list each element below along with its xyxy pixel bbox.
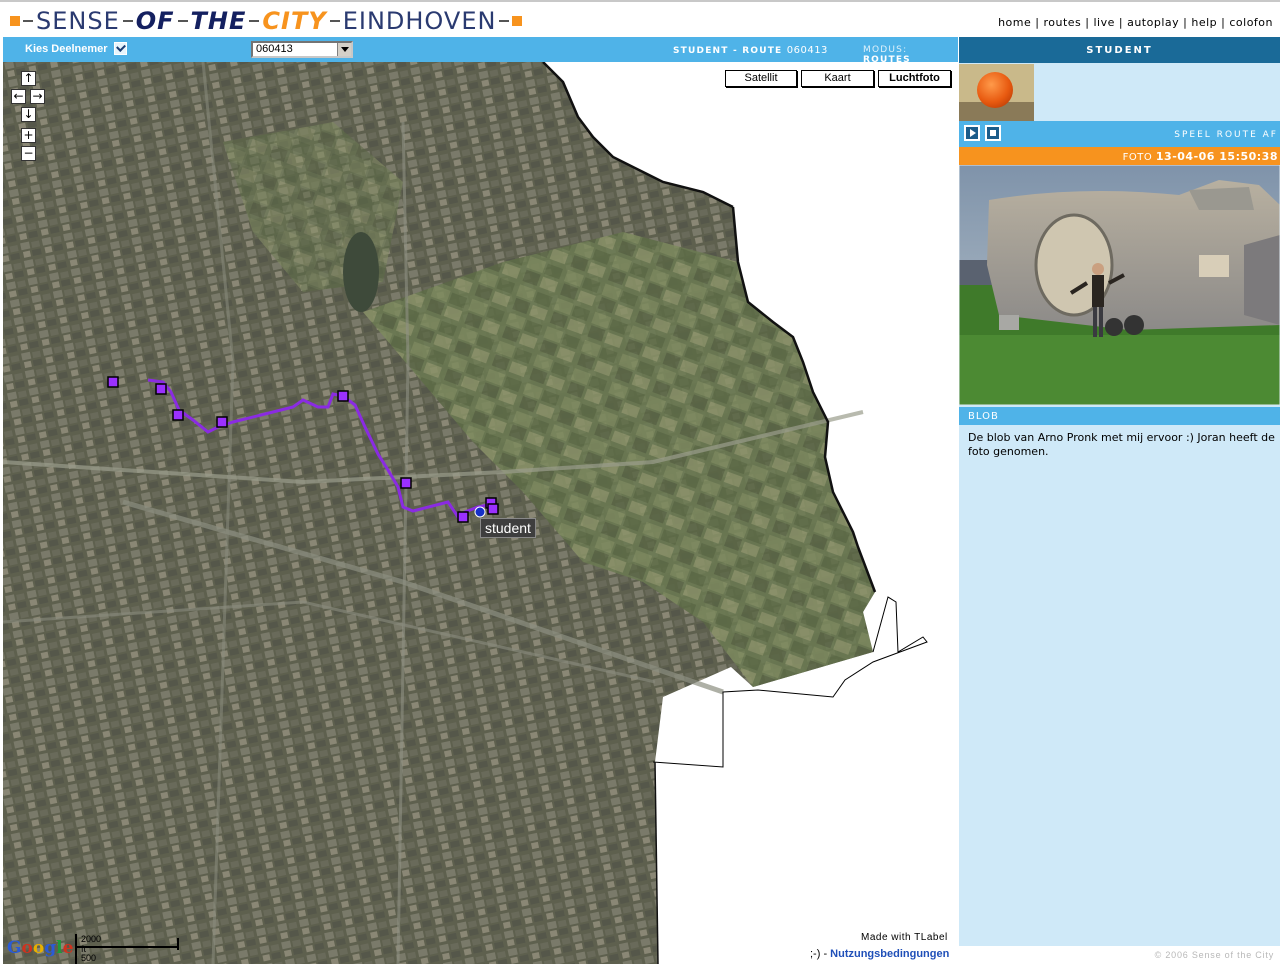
google-letter: G: [7, 938, 22, 958]
pan-left-icon[interactable]: ←: [11, 89, 26, 104]
scale-meters: 500 m: [81, 953, 97, 964]
nav-separator: |: [1035, 16, 1040, 29]
map-view[interactable]: Satellit Kaart Luchtfoto ↑ ← → ↓ + − stu…: [3, 62, 958, 964]
route-title: STUDENT - ROUTE 060413: [673, 45, 828, 56]
marker-label: student: [480, 518, 536, 538]
aerial-button[interactable]: Luchtfoto: [878, 70, 951, 87]
participant-title: STUDENT: [959, 37, 1280, 63]
waypoint-marker[interactable]: [400, 477, 412, 489]
logo-dash: [329, 20, 340, 22]
logo-sense: SENSE: [36, 7, 120, 35]
mode-label: MODUS:: [863, 45, 908, 55]
nav-separator: |: [1085, 16, 1090, 29]
participant-chooser[interactable]: Kies Deelnemer: [25, 42, 127, 55]
waypoint-marker[interactable]: [107, 376, 119, 388]
waypoint-marker[interactable]: [155, 383, 167, 395]
nav-routes[interactable]: routes: [1043, 16, 1081, 29]
aerial-map-image[interactable]: [3, 62, 958, 964]
map-toolbar: Kies Deelnemer 060413 STUDENT - ROUTE 06…: [3, 37, 958, 65]
logo-dash: [177, 20, 188, 22]
logo-dash: [499, 20, 510, 22]
google-letter: e: [62, 938, 74, 958]
route-select-value: 060413: [256, 43, 293, 55]
blob-header: BLOB: [959, 407, 1280, 425]
current-position-marker[interactable]: [474, 506, 486, 518]
nav-separator: |: [1183, 16, 1188, 29]
waypoint-marker[interactable]: [172, 409, 184, 421]
chevron-down-icon[interactable]: [113, 42, 127, 55]
photo-header: FOTO 13-04-06 15:50:38: [959, 147, 1280, 165]
copyright: © 2006 Sense of the City: [959, 946, 1280, 964]
zoom-out-icon[interactable]: −: [21, 146, 36, 161]
waypoint-marker[interactable]: [216, 416, 228, 428]
pan-right-icon[interactable]: →: [30, 89, 45, 104]
logo-dash: [23, 20, 33, 22]
photo-timestamp: 13-04-06 15:50:38: [1155, 150, 1278, 163]
scale-feet: 2000 ft: [81, 934, 102, 954]
google-logo: Google: [7, 938, 73, 958]
nav-help[interactable]: help: [1191, 16, 1217, 29]
nav-home[interactable]: home: [998, 16, 1031, 29]
blob-photo: [959, 165, 1280, 405]
dropdown-arrow-icon[interactable]: [337, 43, 351, 56]
map-footer: ;-) - Nutzungsbedingungen: [810, 948, 949, 960]
pan-down-icon[interactable]: ↓: [21, 107, 36, 122]
photo-image: [959, 165, 1280, 405]
participant-label: Kies Deelnemer: [25, 42, 108, 55]
map-type-buttons: Satellit Kaart Luchtfoto: [725, 70, 951, 87]
satellite-button[interactable]: Satellit: [725, 70, 797, 87]
photo-label: FOTO: [1122, 152, 1153, 163]
nav-colofon[interactable]: colofon: [1229, 16, 1273, 29]
nav-separator: |: [1221, 16, 1226, 29]
stop-icon[interactable]: [985, 125, 1001, 141]
site-logo[interactable]: SENSE OF THE CITY EINDHOVEN: [10, 7, 523, 35]
pan-up-icon[interactable]: ↑: [21, 71, 36, 86]
waypoint-marker[interactable]: [457, 511, 469, 523]
zoom-in-icon[interactable]: +: [21, 128, 36, 143]
blob-description: De blob van Arno Pronk met mij ervoor :)…: [968, 431, 1275, 458]
participant-avatar: [959, 64, 1034, 121]
waypoint-marker[interactable]: [487, 503, 499, 515]
logo-dash: [249, 20, 260, 22]
terms-link[interactable]: Nutzungsbedingungen: [830, 948, 949, 960]
logo-the: THE: [190, 7, 247, 35]
nav-autoplay[interactable]: autoplay: [1127, 16, 1179, 29]
google-letter: g: [44, 938, 57, 958]
nav-live[interactable]: live: [1093, 16, 1114, 29]
logo-of: OF: [135, 7, 175, 35]
playback-bar: SPEEL ROUTE AF: [959, 121, 1280, 147]
top-navigation: home | routes | live | autoplay | help | colofon: [998, 16, 1273, 29]
play-icon[interactable]: [964, 125, 980, 141]
route-number: 060413: [786, 45, 828, 56]
map-button[interactable]: Kaart: [801, 70, 874, 87]
google-letter: o: [32, 938, 45, 958]
participant-sidebar: STUDENT SPEEL ROUTE AF FOTO 13-04-06 15:…: [959, 37, 1280, 964]
logo-dash: [122, 20, 133, 22]
nav-separator: |: [1118, 16, 1124, 29]
google-letter: o: [21, 938, 33, 958]
orange-ball-icon: [977, 72, 1013, 108]
route-prefix: STUDENT - ROUTE: [673, 46, 783, 56]
footer-prefix: ;-) -: [810, 948, 828, 960]
site-header: SENSE OF THE CITY EINDHOVEN home | routes |…: [0, 0, 1280, 36]
waypoint-marker[interactable]: [337, 390, 349, 402]
play-route-label[interactable]: SPEEL ROUTE AF: [1174, 130, 1278, 140]
logo-square-icon: [10, 16, 20, 26]
logo-city: CITY: [262, 7, 327, 35]
logo-square-icon: [512, 16, 523, 26]
made-with-credit: Made with TLabel: [859, 932, 950, 943]
logo-eindhoven: EINDHOVEN: [342, 7, 497, 35]
route-select[interactable]: 060413: [251, 41, 353, 58]
